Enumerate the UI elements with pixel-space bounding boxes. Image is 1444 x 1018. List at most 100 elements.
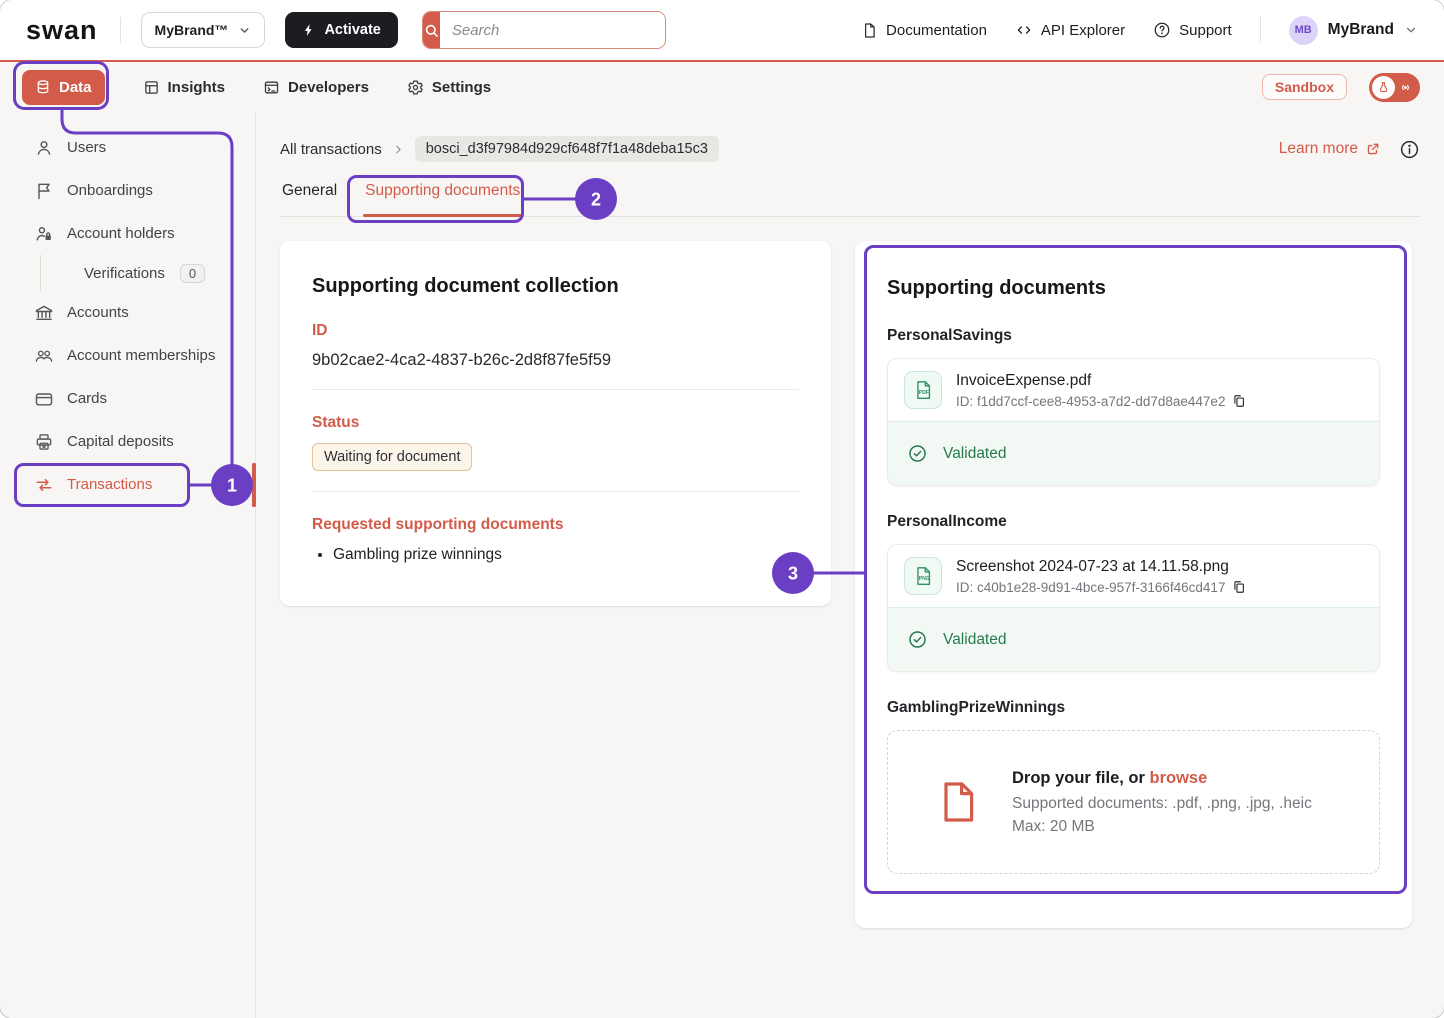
sidebar-item-transactions[interactable]: Transactions — [0, 463, 255, 506]
sidebar-item-capital-deposits[interactable]: Capital deposits — [0, 420, 255, 463]
document-status-row: Validated — [888, 607, 1379, 671]
status-badge: Waiting for document — [312, 443, 472, 471]
sidebar-item-account-holders[interactable]: Account holders — [0, 212, 255, 255]
sidebar-item-label: Account holders — [67, 225, 175, 242]
search-box — [422, 11, 666, 49]
file-id: ID: c40b1e28-9d91-4bce-957f-3166f46cd417 — [956, 580, 1225, 595]
account-name: MyBrand — [1328, 21, 1394, 39]
divider — [1260, 17, 1261, 43]
tab-data-label: Data — [59, 79, 92, 96]
document-status: Validated — [943, 445, 1006, 463]
document-status: Validated — [943, 631, 1006, 649]
document-tile[interactable]: PDF InvoiceExpense.pdf ID: f1dd7ccf-cee8… — [887, 358, 1380, 486]
tab-developers[interactable]: Developers — [263, 79, 369, 96]
sidebar-item-users[interactable]: Users — [0, 126, 255, 169]
sidebar-item-account-memberships[interactable]: Account memberships — [0, 334, 255, 377]
requested-documents-label: Requested supporting documents — [312, 516, 799, 534]
account-menu[interactable]: MB MyBrand — [1289, 16, 1418, 45]
divider — [120, 17, 121, 43]
layout-grid-icon — [143, 79, 160, 96]
detail-tabs: General Supporting documents — [280, 170, 1420, 217]
file-name: InvoiceExpense.pdf — [956, 372, 1246, 390]
search-input[interactable] — [440, 12, 665, 48]
copy-icon[interactable] — [1232, 394, 1246, 408]
dropzone-max-size: Max: 20 MB — [1012, 818, 1312, 836]
sidebar-subgroup: Verifications 0 — [40, 255, 255, 291]
info-icon[interactable] — [1399, 139, 1420, 160]
learn-more-link[interactable]: Learn more — [1279, 140, 1381, 158]
browse-link[interactable]: browse — [1150, 769, 1208, 787]
sidebar-item-onboardings[interactable]: Onboardings — [0, 169, 255, 212]
tab-general[interactable]: General — [280, 170, 339, 216]
deposit-machine-icon — [34, 432, 54, 452]
support-label: Support — [1179, 22, 1232, 39]
check-circle-icon — [907, 629, 928, 650]
chevron-down-icon — [1404, 23, 1418, 37]
tab-insights[interactable]: Insights — [143, 79, 226, 96]
chevron-down-icon — [238, 24, 251, 37]
sidebar: Users Onboardings Account holders Verifi… — [0, 112, 256, 1018]
question-circle-icon — [1153, 21, 1171, 39]
transfer-arrows-icon — [34, 475, 54, 495]
sidebar-item-accounts[interactable]: Accounts — [0, 291, 255, 334]
lightning-icon — [302, 23, 316, 37]
live-broadcast-icon — [1398, 80, 1413, 95]
svg-text:PNG: PNG — [919, 576, 930, 582]
chevron-right-icon — [392, 143, 405, 156]
database-icon — [35, 79, 51, 95]
tab-insights-label: Insights — [168, 79, 226, 96]
app-window: swan MyBrand™ Activate Docum — [0, 0, 1444, 1018]
pdf-file-icon: PDF — [904, 371, 942, 409]
main-content: All transactions bosci_d3f97984d929cf648… — [257, 112, 1444, 1018]
documentation-link[interactable]: Documentation — [861, 22, 987, 39]
flask-icon — [1372, 76, 1395, 99]
seal-check-icon — [54, 264, 73, 283]
check-circle-icon — [907, 443, 928, 464]
sidebar-item-label: Cards — [67, 390, 107, 407]
verifications-count-badge: 0 — [180, 264, 205, 283]
document-icon — [861, 22, 878, 39]
breadcrumb-root[interactable]: All transactions — [280, 141, 382, 158]
breadcrumb: All transactions bosci_d3f97984d929cf648… — [280, 134, 1420, 164]
png-file-icon: PNG — [904, 557, 942, 595]
document-tile[interactable]: PNG Screenshot 2024-07-23 at 14.11.58.pn… — [887, 544, 1380, 672]
api-explorer-link[interactable]: API Explorer — [1015, 21, 1125, 39]
file-upload-icon — [934, 778, 982, 826]
requested-documents-list: Gambling prize winnings — [333, 546, 799, 564]
file-name: Screenshot 2024-07-23 at 14.11.58.png — [956, 558, 1246, 576]
activate-label: Activate — [324, 22, 380, 38]
dropzone-prompt: Drop your file, or browse — [1012, 769, 1312, 788]
sidebar-item-label: Accounts — [67, 304, 129, 321]
collection-card: Supporting document collection ID 9b02ca… — [280, 241, 831, 606]
terminal-window-icon — [263, 79, 280, 96]
collection-card-title: Supporting document collection — [312, 275, 799, 298]
code-icon — [1015, 21, 1033, 39]
status-label: Status — [312, 414, 799, 432]
tab-data[interactable]: Data — [22, 70, 105, 105]
document-status-row: Validated — [888, 421, 1379, 485]
flag-icon — [34, 181, 54, 201]
tab-settings[interactable]: Settings — [407, 79, 491, 96]
tab-supporting-documents[interactable]: Supporting documents — [363, 170, 522, 216]
learn-more-label: Learn more — [1279, 140, 1358, 158]
nav-right: Sandbox — [1262, 73, 1420, 102]
users-group-icon — [34, 346, 54, 366]
section-personal-savings: PersonalSavings — [887, 327, 1380, 345]
copy-icon[interactable] — [1232, 580, 1246, 594]
sidebar-item-verifications[interactable]: Verifications 0 — [41, 255, 255, 291]
environment-toggle[interactable] — [1369, 73, 1420, 102]
user-lock-icon — [34, 224, 54, 244]
sidebar-item-label: Capital deposits — [67, 433, 174, 450]
activate-button[interactable]: Activate — [285, 12, 397, 48]
section-gambling-prize-winnings: GamblingPrizeWinnings — [887, 699, 1380, 717]
bank-icon — [34, 303, 54, 323]
sidebar-item-cards[interactable]: Cards — [0, 377, 255, 420]
documentation-label: Documentation — [886, 22, 987, 39]
project-selector[interactable]: MyBrand™ — [141, 12, 266, 48]
swan-logo: swan — [26, 15, 98, 46]
file-dropzone[interactable]: Drop your file, or browse Supported docu… — [887, 730, 1380, 874]
tab-developers-label: Developers — [288, 79, 369, 96]
requested-document-item: Gambling prize winnings — [333, 546, 799, 564]
search-icon[interactable] — [423, 12, 440, 48]
support-link[interactable]: Support — [1153, 21, 1232, 39]
